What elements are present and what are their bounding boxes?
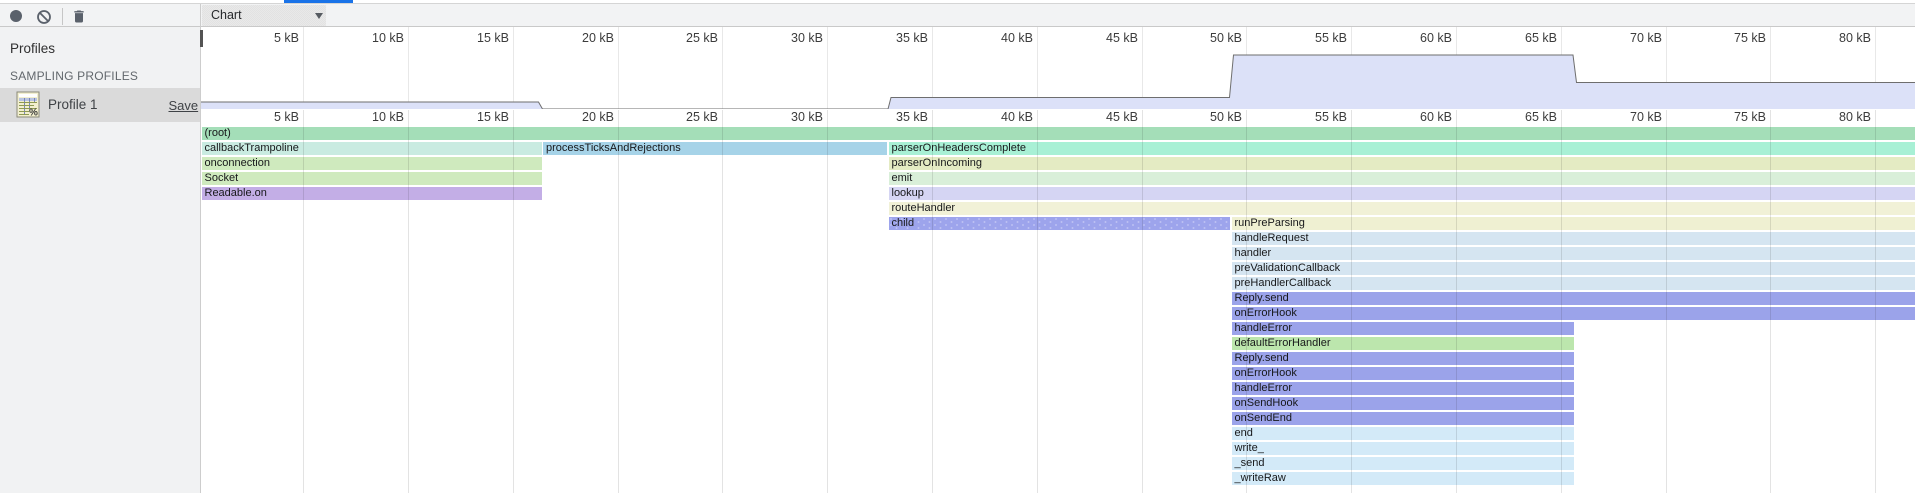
svg-text:%: % xyxy=(29,108,38,119)
